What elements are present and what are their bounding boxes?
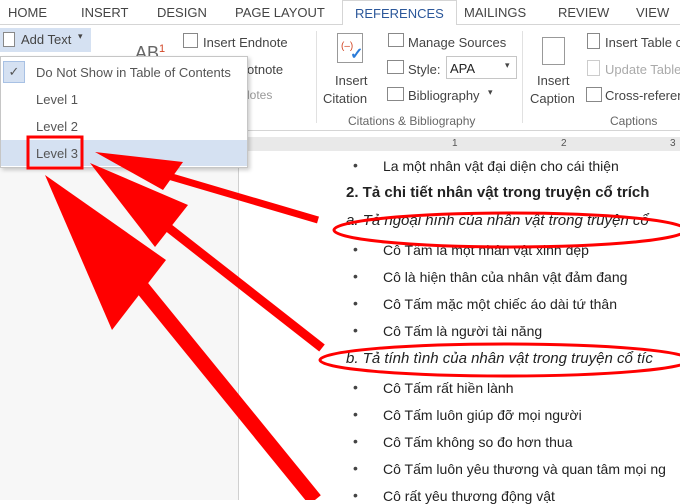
citations-group-label: Citations & Bibliography <box>348 114 476 128</box>
next-footnote-button[interactable]: otnote <box>247 62 283 77</box>
document-page: 1 2 3 • La một nhân vật đại diện cho cái … <box>240 131 680 504</box>
menu-item-level-1[interactable]: Level 1 <box>1 86 247 112</box>
insert-endnote-icon <box>183 33 198 48</box>
list-item: Cô Tấm không so đo hơn thua <box>383 434 573 450</box>
subheading-b: b. Tả tính tình của nhân vật trong truyệ… <box>346 350 653 367</box>
add-text-dropdown-menu: ✓ Do Not Show in Table of Contents Level… <box>0 56 248 168</box>
cross-reference-button[interactable]: Cross-referen <box>605 88 680 103</box>
tab-insert[interactable]: INSERT <box>81 5 128 20</box>
subheading-a: a. Tả ngoại hình của nhân vật trong truy… <box>346 212 649 229</box>
captions-group-label: Captions <box>610 114 658 128</box>
bibliography-icon <box>387 87 404 101</box>
chevron-down-icon: ▾ <box>505 60 510 70</box>
manage-sources-button[interactable]: Manage Sources <box>408 35 506 50</box>
add-text-button[interactable]: Add Text ▾ <box>0 28 91 52</box>
ruler-mark: 2 <box>561 138 567 149</box>
list-item: Cô Tấm rất hiền lành <box>383 380 514 396</box>
menu-item-level-2[interactable]: Level 2 <box>1 113 247 139</box>
list-item: Cô Tấm là một nhân vật xinh đẹp <box>383 242 589 258</box>
insert-caption-label: Insert <box>537 73 570 88</box>
insert-caption-icon <box>542 37 565 65</box>
menu-item-label: Level 3 <box>36 146 78 161</box>
insert-citation-label2: Citation <box>323 91 368 106</box>
style-label: Style: <box>408 62 441 77</box>
tab-design[interactable]: DESIGN <box>157 5 207 20</box>
chevron-down-icon: ▾ <box>488 87 493 97</box>
add-text-label: Add Text <box>21 32 72 47</box>
list-item: Cô là hiện thân của nhân vật đảm đang <box>383 269 628 285</box>
bibliography-button[interactable]: Bibliography <box>408 88 480 103</box>
tab-page-layout[interactable]: PAGE LAYOUT <box>235 5 325 20</box>
cross-reference-icon <box>586 87 602 102</box>
update-table-icon <box>587 60 600 76</box>
style-select[interactable]: APA ▾ <box>446 56 517 79</box>
navigation-pane <box>0 131 239 500</box>
insert-endnote-button[interactable]: Insert Endnote <box>203 35 288 50</box>
footnotes-group-label: lotes <box>247 88 273 102</box>
tab-references[interactable]: REFERENCES <box>342 0 457 26</box>
menu-item-label: Do Not Show in Table of Contents <box>36 65 231 80</box>
list-item: Cô Tấm luôn yêu thương và quan tâm mọi n… <box>383 461 666 477</box>
add-text-icon <box>3 32 15 47</box>
menu-item-label: Level 1 <box>36 92 78 107</box>
insert-citation-label: Insert <box>335 73 368 88</box>
manage-sources-icon <box>388 33 404 47</box>
list-item: Cô rất yêu thương động vật <box>383 488 555 504</box>
checkmark-icon: ✓ <box>3 61 25 83</box>
insert-table-of-figures-icon <box>587 33 600 49</box>
chevron-down-icon: ▾ <box>78 31 83 41</box>
ruler[interactable]: 1 2 3 <box>240 137 680 151</box>
style-value: APA <box>450 61 476 76</box>
heading: 2. Tả chi tiết nhân vật trong truyện cổ … <box>346 184 650 201</box>
ribbon-tabs: HOME INSERT DESIGN PAGE LAYOUT REFERENCE… <box>0 0 680 26</box>
list-item: La một nhân vật đại diện cho cái thiện <box>383 158 619 174</box>
ruler-mark: 1 <box>452 138 458 149</box>
list-item: Cô Tấm mặc một chiếc áo dài tứ thân <box>383 296 617 312</box>
list-item: Cô Tấm là người tài năng <box>383 323 543 339</box>
ruler-mark: 3 <box>670 138 676 149</box>
insert-caption-label2: Caption <box>530 91 575 106</box>
tab-view[interactable]: VIEW <box>636 5 669 20</box>
style-icon <box>387 60 404 74</box>
menu-item-do-not-show[interactable]: ✓ Do Not Show in Table of Contents <box>1 59 247 85</box>
list-item: Cô Tấm luôn giúp đỡ mọi người <box>383 407 582 423</box>
update-table-button[interactable]: Update Table <box>605 62 680 77</box>
menu-item-level-3[interactable]: Level 3 <box>1 140 247 166</box>
menu-item-label: Level 2 <box>36 119 78 134</box>
tab-home[interactable]: HOME <box>8 5 47 20</box>
insert-citation-icon: (–) ✓ <box>337 33 363 63</box>
tab-mailings[interactable]: MAILINGS <box>464 5 526 20</box>
insert-table-of-figures-button[interactable]: Insert Table o <box>605 35 680 50</box>
tab-review[interactable]: REVIEW <box>558 5 609 20</box>
